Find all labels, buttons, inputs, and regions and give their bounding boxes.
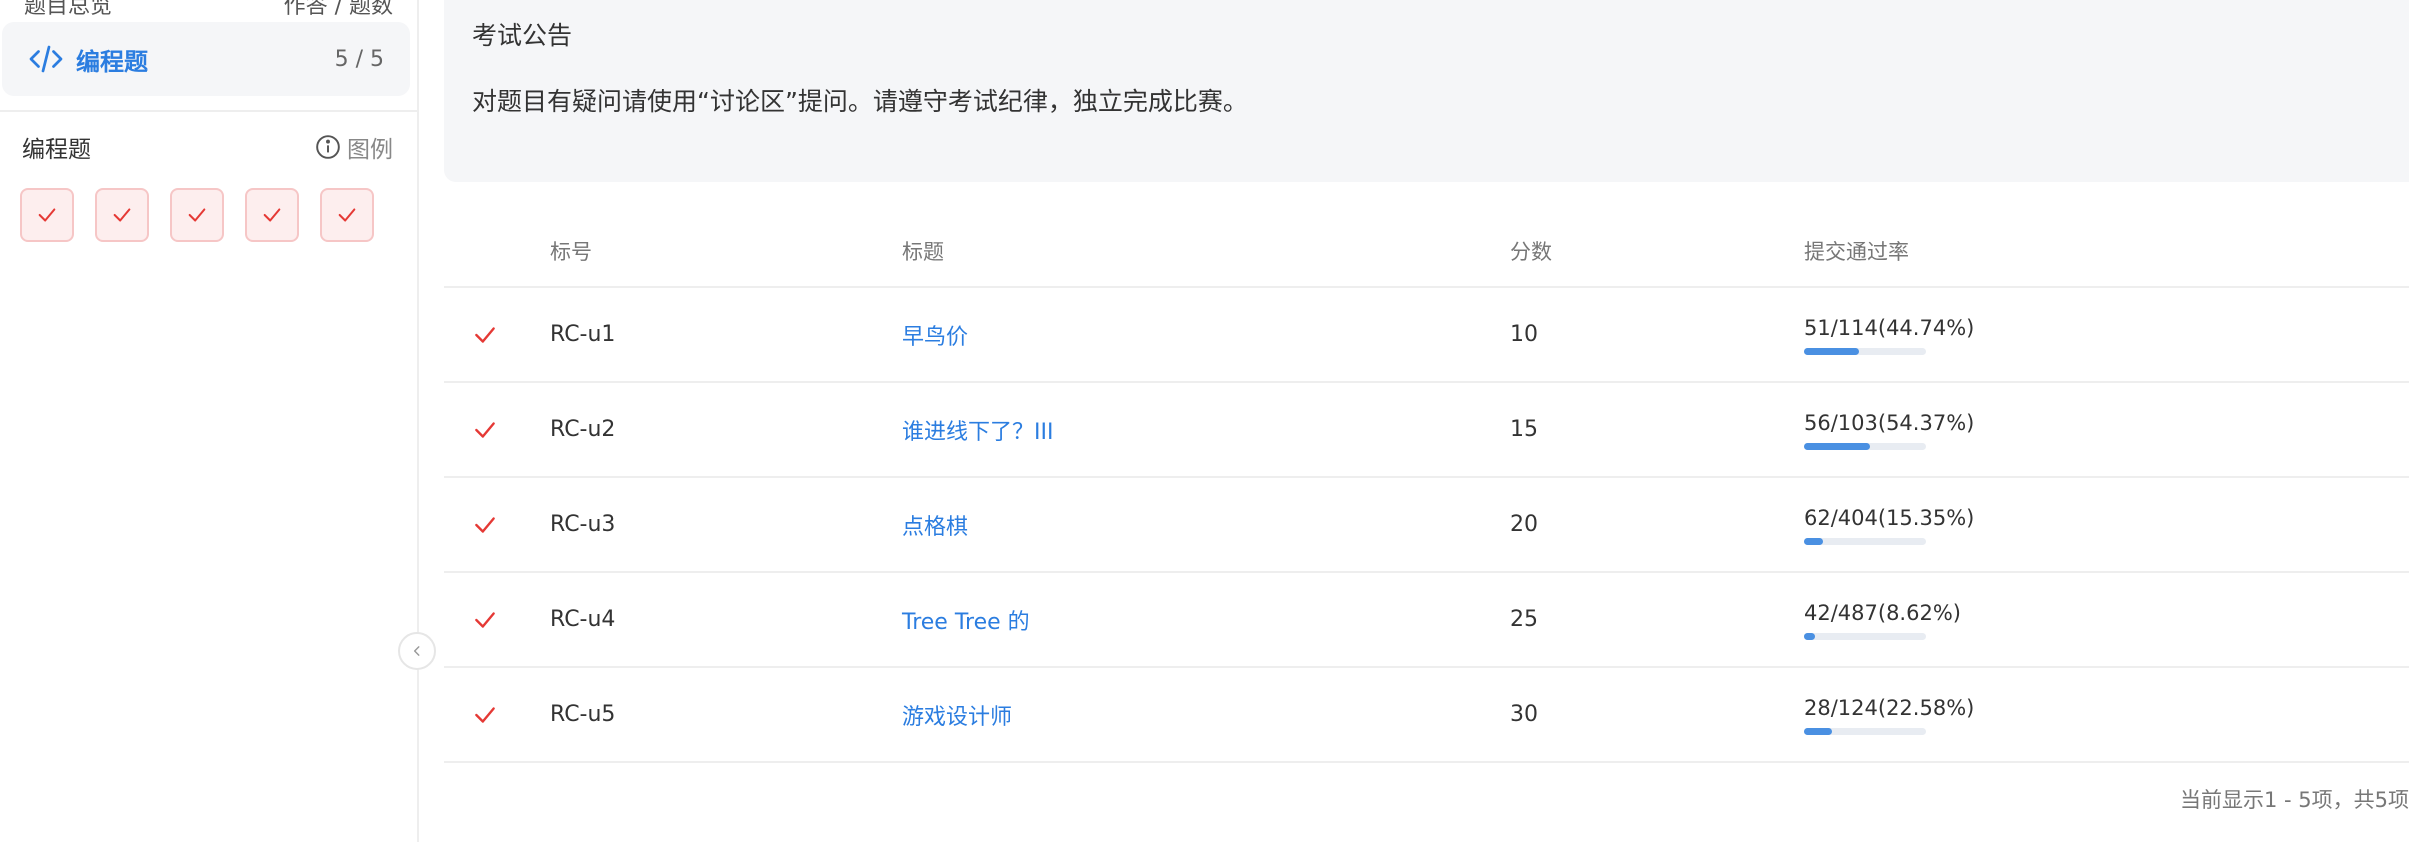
pass-rate-bar [1804, 348, 1926, 355]
check-icon [475, 611, 495, 628]
column-header-title: 标题 [902, 240, 944, 264]
table-header: 标号 标题 分数 提交通过率 [444, 216, 2409, 288]
code-icon [29, 45, 63, 73]
pass-rate-text: 42/487(8.62%) [1804, 601, 1961, 625]
pass-rate-bar [1804, 728, 1926, 735]
sidebar-collapse-button[interactable] [398, 632, 436, 670]
problem-status-box-5[interactable] [320, 188, 374, 242]
check-icon [475, 326, 495, 343]
problem-type-label: 编程题 [76, 47, 148, 76]
pass-rate-bar-fill [1804, 538, 1823, 545]
problem-status-box-1[interactable] [20, 188, 74, 242]
exam-announcement: 考试公告 对题目有疑问请使用“讨论区”提问。请遵守考试纪律，独立完成比赛。 [444, 0, 2409, 182]
column-header-id: 标号 [550, 240, 592, 264]
pass-rate-text: 28/124(22.58%) [1804, 696, 1975, 720]
table-row: RC-u3 点格棋 20 62/404(15.35%) [444, 478, 2409, 573]
problem-title-link[interactable]: 谁进线下了？III [902, 383, 1053, 476]
check-icon [475, 706, 495, 723]
problem-status-box-2[interactable] [95, 188, 149, 242]
status-cell [472, 288, 498, 381]
pass-rate-bar [1804, 443, 1926, 450]
column-header-rate: 提交通过率 [1804, 240, 1909, 264]
chevron-left-icon [413, 646, 420, 656]
sidebar-header: 题目总览 作答 / 题数 [24, 0, 393, 19]
check-icon [113, 208, 131, 222]
pagination-info: 当前显示1 - 5项，共5项 [2179, 788, 2409, 812]
table-row: RC-u1 早鸟价 10 51/114(44.74%) [444, 288, 2409, 383]
pass-rate-bar [1804, 538, 1926, 545]
problem-id: RC-u1 [550, 322, 616, 347]
info-icon [316, 135, 340, 159]
pass-rate-bar-fill [1804, 633, 1815, 640]
announcement-title: 考试公告 [472, 21, 573, 50]
problem-title-link[interactable]: Tree Tree 的 [902, 573, 1030, 666]
problem-status-box-4[interactable] [245, 188, 299, 242]
problem-title-link[interactable]: 点格棋 [902, 478, 968, 571]
status-cell [472, 478, 498, 571]
sidebar-header-title: 题目总览 [24, 0, 113, 19]
check-icon [475, 516, 495, 533]
pass-rate-bar-fill [1804, 728, 1832, 735]
check-icon [263, 208, 281, 222]
problem-score: 30 [1510, 702, 1538, 727]
table-row: RC-u4 Tree Tree 的 25 42/487(8.62%) [444, 573, 2409, 668]
pass-rate-bar-fill [1804, 348, 1859, 355]
status-cell [472, 573, 498, 666]
problem-score: 15 [1510, 417, 1538, 442]
check-icon [38, 208, 56, 222]
problem-id: RC-u4 [550, 607, 616, 632]
table-row: RC-u5 游戏设计师 30 28/124(22.58%) [444, 668, 2409, 763]
problem-table: 标号 标题 分数 提交通过率 RC-u1 早鸟价 10 51/114(44.74… [444, 216, 2409, 763]
pass-rate-text: 51/114(44.74%) [1804, 316, 1975, 340]
legend-label: 图例 [347, 137, 393, 163]
problem-title-link[interactable]: 早鸟价 [902, 288, 968, 381]
sidebar-header-count-label: 作答 / 题数 [283, 0, 393, 19]
problem-id: RC-u2 [550, 417, 616, 442]
check-icon [475, 421, 495, 438]
section-header: 编程题 图例 [22, 130, 393, 164]
problem-score: 20 [1510, 512, 1538, 537]
table-row: RC-u2 谁进线下了？III 15 56/103(54.37%) [444, 383, 2409, 478]
pass-rate-text: 62/404(15.35%) [1804, 506, 1975, 530]
check-icon [188, 208, 206, 222]
pass-rate-text: 56/103(54.37%) [1804, 411, 1975, 435]
problem-title-link[interactable]: 游戏设计师 [902, 668, 1012, 761]
problem-type-count: 5 / 5 [334, 46, 384, 72]
column-header-score: 分数 [1510, 240, 1552, 264]
sidebar-divider [0, 110, 417, 112]
problem-type-programming[interactable]: 编程题 5 / 5 [2, 22, 410, 96]
status-cell [472, 668, 498, 761]
announcement-body: 对题目有疑问请使用“讨论区”提问。请遵守考试纪律，独立完成比赛。 [472, 87, 1248, 116]
problem-id: RC-u3 [550, 512, 616, 537]
section-title: 编程题 [22, 137, 91, 163]
pass-rate-bar-fill [1804, 443, 1871, 450]
check-icon [338, 208, 356, 222]
status-cell [472, 383, 498, 476]
problem-score: 10 [1510, 322, 1538, 347]
legend-button[interactable]: 图例 [315, 130, 393, 164]
problem-status-grid [20, 188, 374, 242]
problem-id: RC-u5 [550, 702, 616, 727]
problem-score: 25 [1510, 607, 1538, 632]
problem-status-box-3[interactable] [170, 188, 224, 242]
sidebar: 题目总览 作答 / 题数 编程题 5 / 5 编程题 图例 [0, 0, 419, 842]
pass-rate-bar [1804, 633, 1926, 640]
